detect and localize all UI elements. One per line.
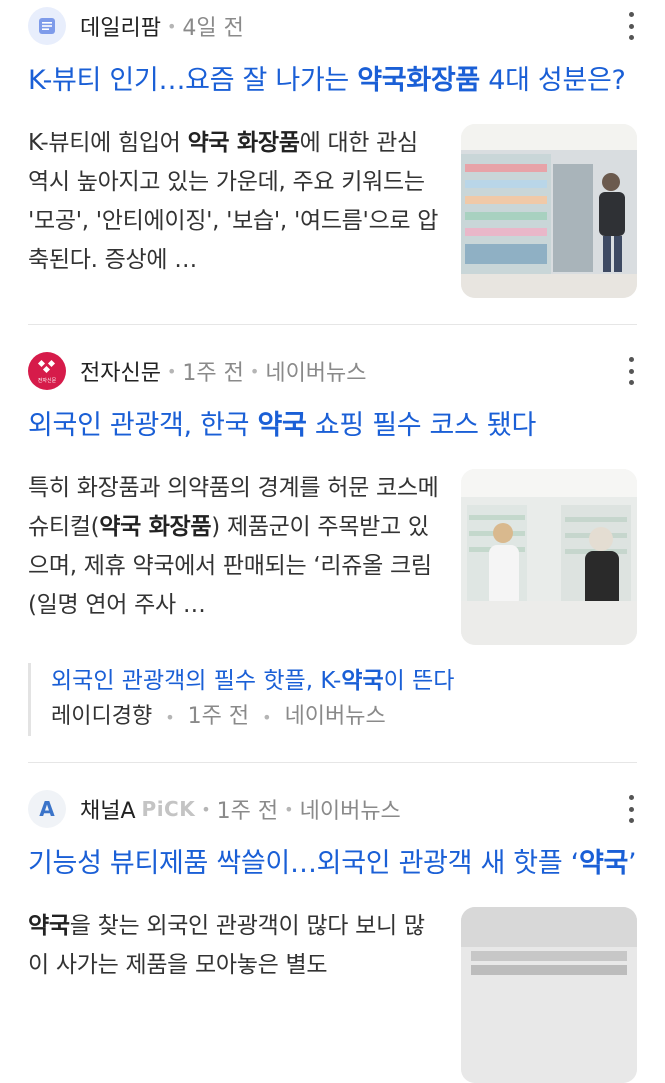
article-snippet: K-뷰티에 힘입어 약국 화장품에 대한 관심 역시 높아지고 있는 가운데, … <box>28 130 439 273</box>
source-logo[interactable]: 전자신문 <box>28 352 66 390</box>
source-row: 데일리팜 • 4일 전 <box>28 0 637 52</box>
source-logo[interactable]: A <box>28 790 66 828</box>
document-icon <box>39 18 55 34</box>
news-card: 전자신문 전자신문 • 1주 전 • 네이버뉴스 외국인 관광객, 한국 약국 … <box>0 325 665 762</box>
article-age: 4일 전 <box>182 16 244 41</box>
platform-label[interactable]: 네이버뉴스 <box>300 793 401 825</box>
source-name[interactable]: 데일리팜 <box>80 10 161 42</box>
more-options-icon[interactable] <box>625 357 637 385</box>
article-body: 약국을 찾는 외국인 관광객이 많다 보니 많이 사가는 제품을 모아놓은 별도 <box>28 907 637 1083</box>
article-thumbnail[interactable] <box>461 124 637 298</box>
related-age: 1주 전 <box>187 704 250 729</box>
article-age: 1주 전 <box>216 799 279 824</box>
source-name[interactable]: 전자신문 <box>80 355 161 387</box>
source-row: 전자신문 전자신문 • 1주 전 • 네이버뉴스 <box>28 345 637 397</box>
platform-label[interactable]: 네이버뉴스 <box>265 355 366 387</box>
article-title[interactable]: K-뷰티 인기…요즘 잘 나가는 약국화장품 4대 성분은? <box>28 60 637 102</box>
pick-badge: PiCK <box>141 797 196 821</box>
related-article-title[interactable]: 외국인 관광객의 필수 핫플, K-약국이 뜬다 <box>51 663 637 699</box>
article-thumbnail[interactable] <box>461 469 637 645</box>
article-title[interactable]: 외국인 관광객, 한국 약국 쇼핑 필수 코스 됐다 <box>28 405 637 447</box>
article-snippet: 약국을 찾는 외국인 관광객이 많다 보니 많이 사가는 제품을 모아놓은 별도 <box>28 913 425 978</box>
source-logo[interactable] <box>28 7 66 45</box>
related-platform[interactable]: 네이버뉴스 <box>285 704 386 729</box>
article-body: 특히 화장품과 의약품의 경계를 허문 코스메슈티컬(약국 화장품) 제품군이 … <box>28 469 637 645</box>
source-name[interactable]: 채널A <box>80 793 136 825</box>
channel-a-logo-icon: A <box>39 797 55 821</box>
related-source-name[interactable]: 레이디경향 <box>51 704 152 729</box>
related-article[interactable]: 외국인 관광객의 필수 핫플, K-약국이 뜬다 레이디경향 • 1주 전 • … <box>28 663 637 736</box>
news-card: A 채널A PiCK • 1주 전 • 네이버뉴스 기능성 뷰티제품 싹쓸이…외… <box>0 763 665 1083</box>
news-card: 데일리팜 • 4일 전 K-뷰티 인기…요즘 잘 나가는 약국화장품 4대 성분… <box>0 0 665 324</box>
article-thumbnail[interactable] <box>461 907 637 1083</box>
svg-text:전자신문: 전자신문 <box>38 377 57 384</box>
publisher-logo-icon: 전자신문 <box>38 359 57 384</box>
related-article-meta: 레이디경향 • 1주 전 • 네이버뉴스 <box>51 704 386 729</box>
source-row: A 채널A PiCK • 1주 전 • 네이버뉴스 <box>28 783 637 835</box>
article-title[interactable]: 기능성 뷰티제품 싹쓸이…외국인 관광객 새 핫플 ‘약국’ <box>28 843 637 885</box>
more-options-icon[interactable] <box>625 12 637 40</box>
article-snippet: 특히 화장품과 의약품의 경계를 허문 코스메슈티컬(약국 화장품) 제품군이 … <box>28 475 439 618</box>
more-options-icon[interactable] <box>625 795 637 823</box>
article-age: 1주 전 <box>182 361 244 386</box>
article-body: K-뷰티에 힘입어 약국 화장품에 대한 관심 역시 높아지고 있는 가운데, … <box>28 124 637 298</box>
